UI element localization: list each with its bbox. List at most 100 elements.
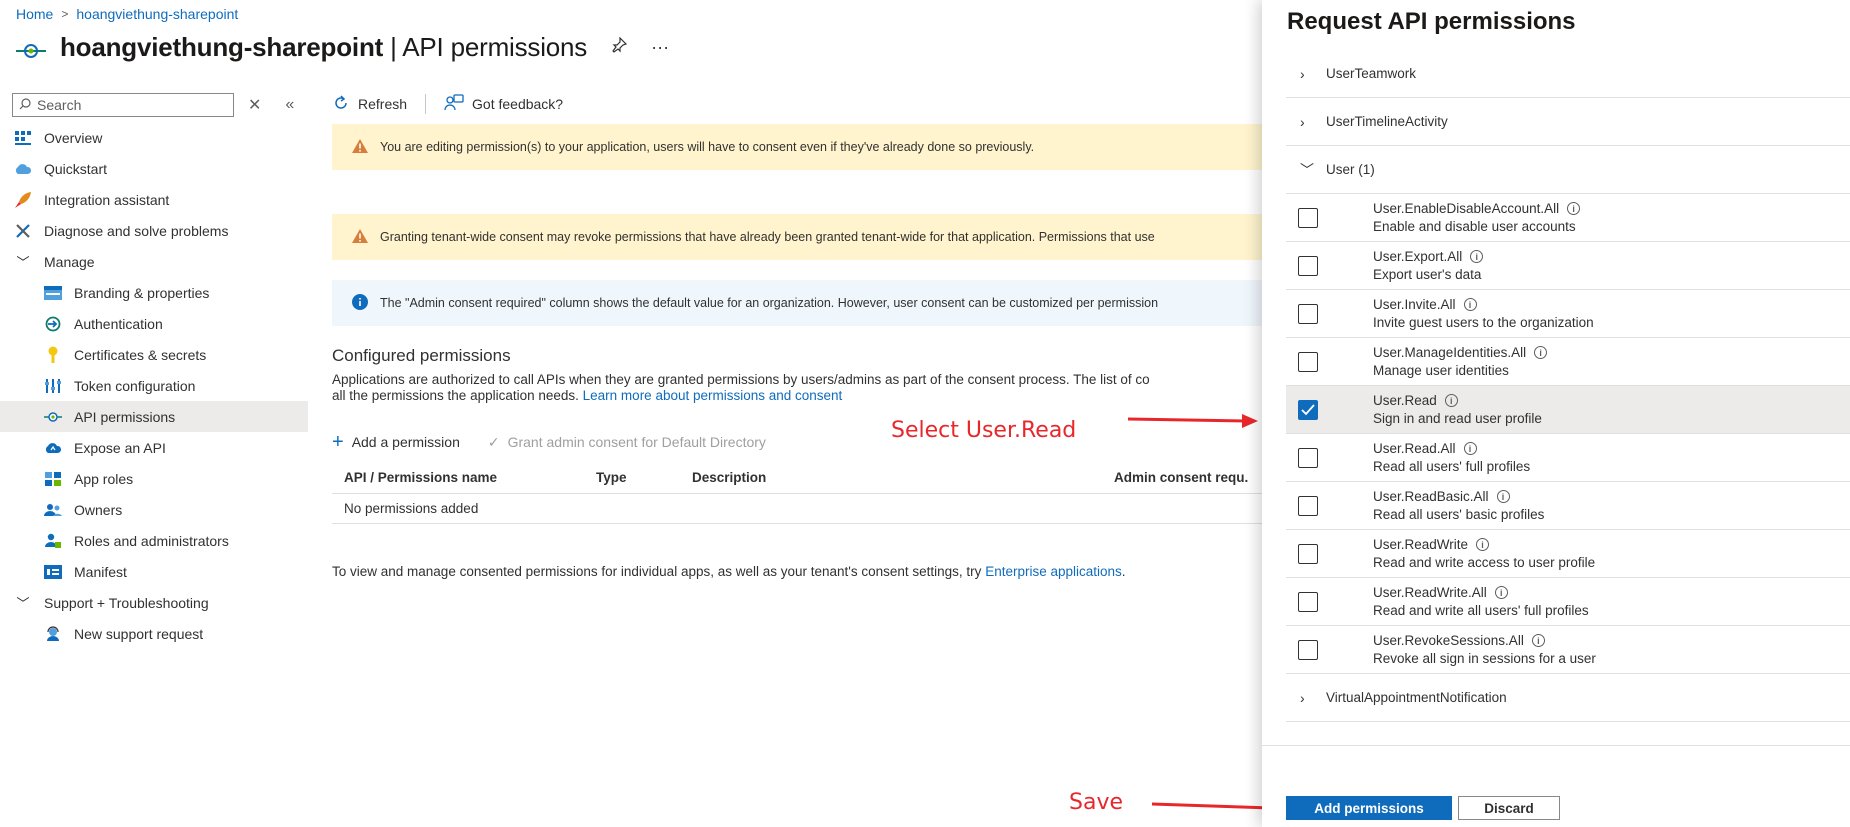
column-header-name: API / Permissions name [344,470,498,485]
panel-footer: Add permissions Discard [1262,745,1850,827]
permission-checkbox[interactable] [1298,495,1318,516]
column-header-type: Type [596,470,627,485]
chevron-down-icon: ﹀ [1300,161,1314,178]
group-virtual-appointment-notification[interactable]: › VirtualAppointmentNotification [1286,674,1850,722]
sidebar-item-overview[interactable]: Overview [0,122,308,153]
clear-search-icon[interactable]: ✕ [248,95,261,115]
info-icon[interactable]: i [1444,394,1458,407]
cloud-icon [44,439,62,457]
search-input[interactable]: Search [12,93,234,117]
sidebar-item-token-configuration[interactable]: Token configuration [0,370,308,401]
feedback-icon [444,93,464,115]
permission-checkbox[interactable] [1298,591,1318,612]
warning-icon [352,228,368,246]
sidebar-item-owners[interactable]: Owners [0,494,308,525]
feedback-button[interactable]: Got feedback? [444,93,563,115]
permissions-table-header: API / Permissions name Type Description … [332,462,1262,494]
consent-footnote: To view and manage consented permissions… [332,564,1126,579]
discard-button[interactable]: Discard [1458,796,1560,820]
permission-row[interactable]: User.ReadWrite i Read and write access to … [1286,530,1850,578]
info-icon[interactable]: i [1496,490,1510,503]
manifest-icon [44,563,62,581]
search-placeholder: Search [37,97,82,113]
collapse-sidebar-icon[interactable]: « [285,96,294,114]
cloud-icon [14,160,32,178]
enterprise-applications-link[interactable]: Enterprise applications [985,564,1122,579]
refresh-button[interactable]: Refresh [332,94,407,115]
info-icon[interactable]: i [1476,538,1490,551]
info-icon[interactable]: i [1567,202,1581,215]
group-user[interactable]: ﹀ User (1) [1286,146,1850,194]
sidebar-item-new-support-request[interactable]: New support request [0,618,308,649]
permission-checkbox[interactable] [1298,351,1318,372]
permission-checkbox[interactable] [1298,255,1318,276]
breadcrumb-home[interactable]: Home [16,6,53,22]
sidebar-item-app-roles[interactable]: App roles [0,463,308,494]
plus-icon: + [332,430,344,453]
add-permissions-button[interactable]: Add permissions [1286,796,1452,820]
sidebar-group-manage[interactable]: ﹀ Manage [0,246,308,277]
chevron-right-icon: › [1300,113,1305,130]
api-icon [16,33,46,63]
permission-checkbox[interactable] [1298,303,1318,324]
more-options-button[interactable]: ··· [651,37,669,58]
permission-checkbox[interactable] [1298,207,1318,228]
sidebar-item-expose-api[interactable]: Expose an API [0,432,308,463]
configured-permissions-description: Applications are authorized to call APIs… [332,372,1150,403]
search-icon [19,97,31,113]
permission-checkbox[interactable] [1298,639,1318,660]
info-icon[interactable]: i [1463,298,1477,311]
info-icon[interactable]: i [1494,586,1508,599]
sidebar-item-diagnose[interactable]: Diagnose and solve problems [0,215,308,246]
api-icon [44,408,62,426]
permission-row[interactable]: User.ManageIdentities.All i Manage user id… [1286,338,1850,386]
permission-row[interactable]: User.ReadBasic.All i Read all users' basic… [1286,482,1850,530]
permission-row[interactable]: User.ReadWrite.All i Read and write all us… [1286,578,1850,626]
permission-list: › UserTeamwork › UserTimelineActivity ﹀ … [1286,50,1850,722]
sidebar-item-roles-administrators[interactable]: Roles and administrators [0,525,308,556]
page-title: hoangviethung-sharepoint | API permissio… [60,32,588,62]
sidebar-item-branding[interactable]: Branding & properties [0,277,308,308]
annotation-arrow-select [1127,414,1258,428]
sidebar: Search ✕ « Overview Quickstart Integrati… [0,88,308,649]
breadcrumb-current[interactable]: hoangviethung-sharepoint [76,6,238,22]
grant-admin-consent-button[interactable]: ✓ Grant admin consent for Default Direct… [488,434,766,451]
chevron-right-icon: › [1300,689,1305,706]
pin-icon[interactable] [611,36,628,58]
info-banner: The "Admin consent required" column show… [332,280,1262,326]
editing-warning-banner: You are editing permission(s) to your ap… [332,124,1262,170]
column-header-admin-consent: Admin consent requ. [1114,470,1249,485]
warning-icon [352,138,368,156]
permission-checkbox-checked[interactable] [1298,399,1318,420]
group-user-timeline-activity[interactable]: › UserTimelineActivity [1286,98,1850,146]
support-icon [44,625,62,643]
bars-icon [44,377,62,395]
permission-row[interactable]: User.Read.All i Read all users' full profi… [1286,434,1850,482]
sidebar-item-integration-assistant[interactable]: Integration assistant [0,184,308,215]
sidebar-item-quickstart[interactable]: Quickstart [0,153,308,184]
annotation-save: Save [1069,790,1124,815]
permission-row[interactable]: User.Invite.All i Invite guest users to th… [1286,290,1850,338]
permission-checkbox[interactable] [1298,543,1318,564]
info-icon[interactable]: i [1534,346,1548,359]
authentication-icon [44,315,62,333]
learn-more-link[interactable]: Learn more about permissions and consent [583,388,843,403]
add-permission-button[interactable]: + Add a permission [332,431,460,454]
sidebar-item-authentication[interactable]: Authentication [0,308,308,339]
info-icon[interactable]: i [1463,442,1477,455]
sidebar-group-support[interactable]: ﹀ Support + Troubleshooting [0,587,308,618]
sidebar-search-row: Search ✕ « [0,88,308,122]
group-user-teamwork[interactable]: › UserTeamwork [1286,50,1850,98]
permission-checkbox[interactable] [1298,447,1318,468]
sidebar-item-manifest[interactable]: Manifest [0,556,308,587]
info-icon [352,293,368,313]
configured-permissions-title: Configured permissions [332,346,511,365]
sidebar-item-certificates[interactable]: Certificates & secrets [0,339,308,370]
info-icon[interactable]: i [1470,250,1484,263]
permission-row[interactable]: User.EnableDisableAccount.All i Enable and… [1286,194,1850,242]
permission-row[interactable]: User.RevokeSessions.All i Revoke all sign … [1286,626,1850,674]
permission-row[interactable]: User.Export.All i Export user's data [1286,242,1850,290]
sidebar-item-api-permissions[interactable]: API permissions [0,401,308,432]
info-icon[interactable]: i [1531,634,1545,647]
permission-row-user-read[interactable]: User.Read i Sign in and read user profile [1286,386,1850,434]
